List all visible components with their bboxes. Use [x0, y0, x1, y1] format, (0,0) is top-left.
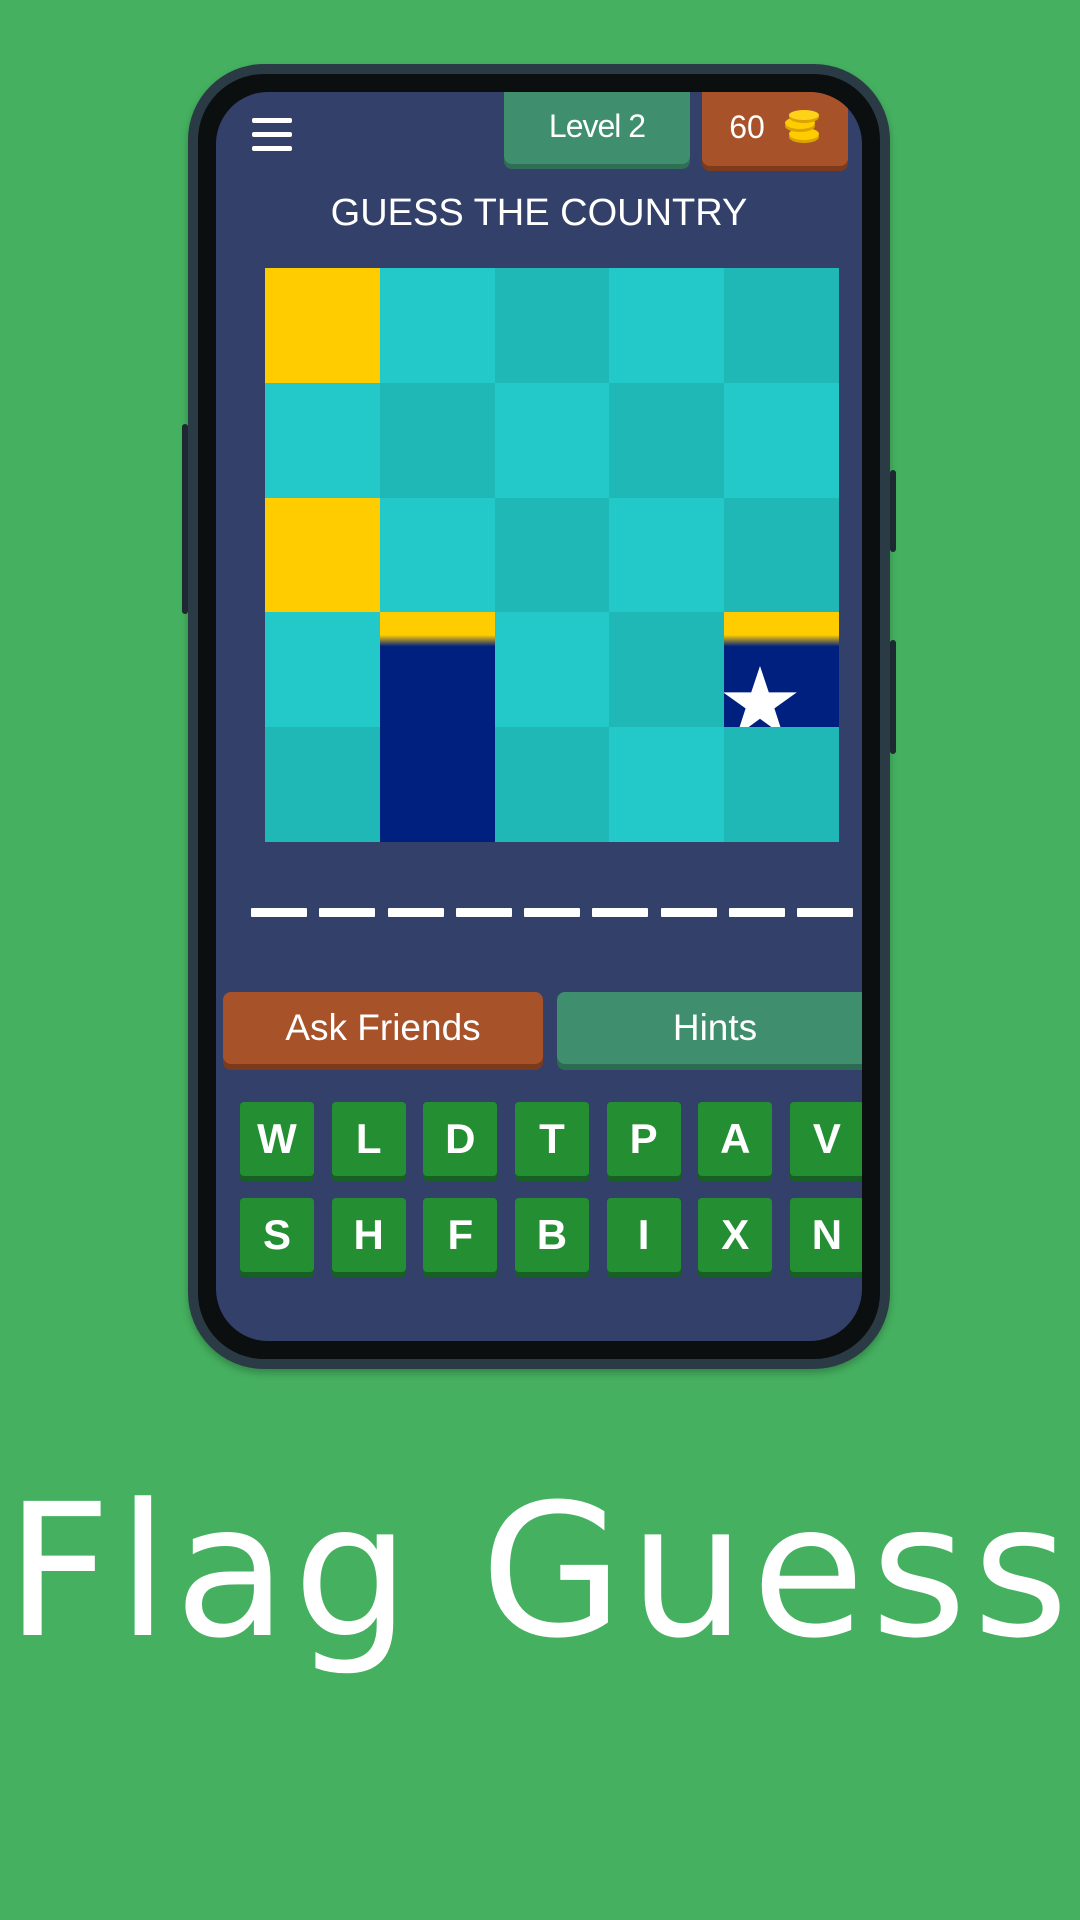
- ask-friends-label: Ask Friends: [285, 1007, 481, 1048]
- answer-slot[interactable]: [251, 908, 307, 917]
- level-indicator: Level 2: [504, 92, 690, 164]
- answer-slot[interactable]: [387, 908, 444, 917]
- answer-slot[interactable]: [660, 908, 717, 917]
- hints-label: Hints: [672, 1007, 758, 1048]
- flag-tile[interactable]: [494, 382, 610, 498]
- answer-slot[interactable]: [455, 908, 512, 917]
- letter-key-t[interactable]: T: [514, 1102, 589, 1176]
- flag-tile[interactable]: [724, 268, 839, 383]
- flag-tile[interactable]: [379, 268, 495, 383]
- phone-bezel: Level 2 60 GUESS THE COUNTRY Ask Friends: [198, 74, 880, 1359]
- keyboard-row-1: WLDTPAV: [240, 1102, 862, 1176]
- flag-tile[interactable]: [265, 268, 380, 383]
- flag-tile[interactable]: [609, 268, 725, 383]
- game-screen: Level 2 60 GUESS THE COUNTRY Ask Friends: [216, 92, 862, 1341]
- letter-key-i[interactable]: I: [606, 1198, 681, 1272]
- flag-star-icon: [724, 666, 797, 728]
- level-label: Level 2: [548, 107, 646, 144]
- flag-tile[interactable]: [609, 382, 725, 498]
- flag-tile[interactable]: [724, 382, 839, 498]
- flag-tile[interactable]: [494, 497, 610, 613]
- hamburger-menu-icon[interactable]: [252, 118, 292, 154]
- answer-slot[interactable]: [592, 908, 649, 917]
- flag-tile[interactable]: [379, 727, 495, 842]
- coin-balance[interactable]: 60: [702, 92, 848, 166]
- letter-key-n[interactable]: N: [789, 1198, 862, 1272]
- flag-tile[interactable]: [379, 382, 495, 498]
- phone-frame: Level 2 60 GUESS THE COUNTRY Ask Friends: [182, 64, 896, 1369]
- flag-tile[interactable]: [265, 727, 380, 842]
- letter-key-w[interactable]: W: [240, 1102, 314, 1176]
- hints-button[interactable]: Hints: [557, 992, 862, 1064]
- keyboard-row-2: SHFBIXN: [240, 1198, 862, 1272]
- flag-tile[interactable]: [265, 382, 380, 498]
- answer-slots: [251, 908, 853, 920]
- answer-slot[interactable]: [319, 908, 376, 917]
- ask-friends-button[interactable]: Ask Friends: [223, 992, 543, 1064]
- letter-key-f[interactable]: F: [423, 1198, 498, 1272]
- app-title: Flag Guess: [5, 1465, 1075, 1679]
- letter-key-a[interactable]: A: [698, 1102, 773, 1176]
- answer-slot[interactable]: [797, 908, 853, 917]
- flag-tile[interactable]: [379, 497, 495, 613]
- flag-puzzle-grid: [265, 268, 839, 842]
- coin-count: 60: [729, 108, 765, 145]
- flag-tile[interactable]: [265, 497, 380, 613]
- letter-key-b[interactable]: B: [514, 1198, 589, 1272]
- letter-keyboard: WLDTPAV SHFBIXN: [240, 1102, 862, 1294]
- flag-tile[interactable]: [494, 727, 610, 842]
- letter-key-v[interactable]: V: [789, 1102, 862, 1176]
- letter-key-l[interactable]: L: [331, 1102, 406, 1176]
- letter-key-s[interactable]: S: [240, 1198, 314, 1272]
- flag-tile[interactable]: [494, 612, 610, 728]
- phone-volume-down-button: [890, 640, 896, 754]
- flag-tile[interactable]: [609, 727, 725, 842]
- phone-volume-up-button: [890, 470, 896, 552]
- flag-tile[interactable]: [379, 612, 495, 728]
- flag-tile[interactable]: [724, 727, 839, 842]
- letter-key-h[interactable]: H: [331, 1198, 406, 1272]
- flag-tile[interactable]: [609, 612, 725, 728]
- flag-tile[interactable]: [724, 612, 839, 728]
- letter-key-p[interactable]: P: [606, 1102, 681, 1176]
- flag-tile[interactable]: [265, 612, 380, 728]
- answer-slot[interactable]: [524, 908, 580, 917]
- flag-tile[interactable]: [494, 268, 610, 383]
- phone-side-button-left: [182, 424, 188, 614]
- flag-tile[interactable]: [609, 497, 725, 613]
- letter-key-x[interactable]: X: [698, 1198, 773, 1272]
- flag-tile[interactable]: [724, 497, 839, 613]
- game-title: GUESS THE COUNTRY: [330, 192, 748, 234]
- letter-key-d[interactable]: D: [423, 1102, 498, 1176]
- coin-stack-icon: [784, 110, 819, 143]
- answer-slot[interactable]: [728, 908, 785, 917]
